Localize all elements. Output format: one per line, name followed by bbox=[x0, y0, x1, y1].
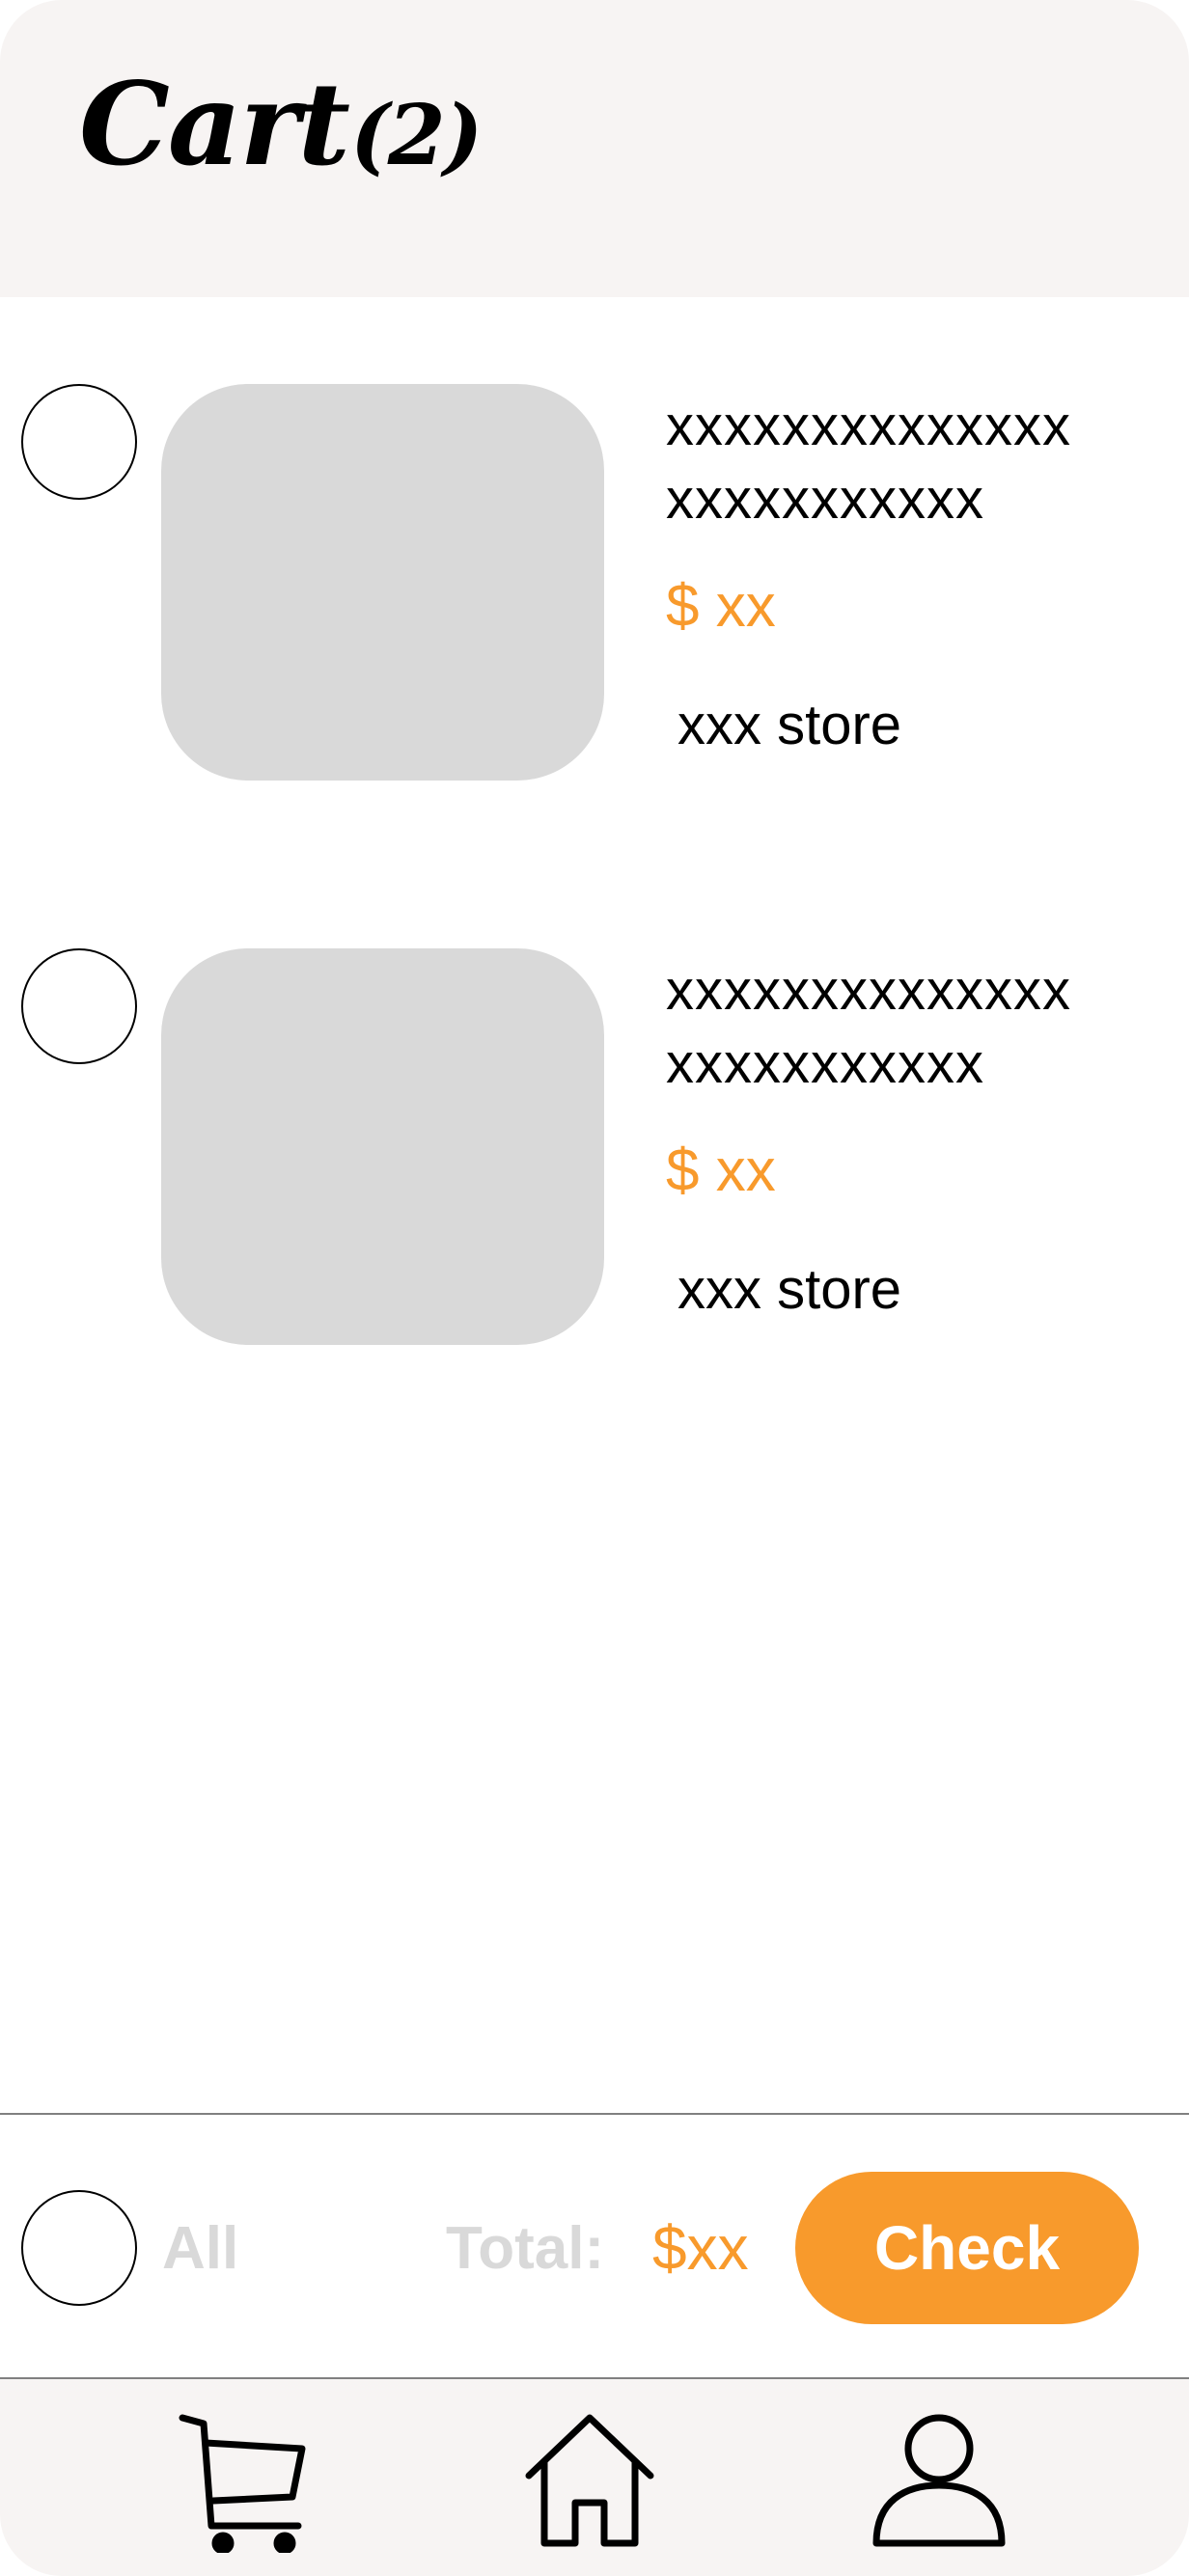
product-name[interactable]: xxxxxxxxxxxxxx xxxxxxxxxxx bbox=[666, 954, 1168, 1101]
item-select-radio[interactable] bbox=[21, 384, 137, 500]
cart-icon bbox=[179, 2414, 306, 2553]
item-select-radio[interactable] bbox=[21, 948, 137, 1064]
nav-item-home[interactable] bbox=[517, 2408, 662, 2553]
page-title-text: Cart bbox=[79, 57, 350, 191]
select-all-radio[interactable] bbox=[21, 2190, 137, 2306]
store-name[interactable]: xxx store bbox=[677, 698, 901, 754]
total-label: Total: bbox=[446, 2215, 605, 2282]
page-title: Cart (2) bbox=[79, 57, 483, 191]
cart-item: xxxxxxxxxxxxxx xxxxxxxxxxx $ xx xxx stor… bbox=[0, 384, 1189, 789]
product-image-placeholder[interactable] bbox=[161, 948, 604, 1345]
total-value: $xx bbox=[652, 2213, 749, 2283]
select-all-label[interactable]: All bbox=[162, 2219, 238, 2279]
cart-count: (2) bbox=[350, 87, 483, 184]
profile-icon bbox=[872, 2414, 1006, 2547]
header: Cart (2) bbox=[0, 0, 1189, 297]
cart-item: xxxxxxxxxxxxxx xxxxxxxxxxx $ xx xxx stor… bbox=[0, 948, 1189, 1354]
nav-item-profile[interactable] bbox=[867, 2408, 1011, 2553]
check-button[interactable]: Check bbox=[795, 2172, 1139, 2324]
cart-screen: Cart (2) xxxxxxxxxxxxxx xxxxxxxxxxx $ xx… bbox=[0, 0, 1189, 2576]
product-price: $ xx bbox=[666, 1137, 776, 1204]
product-name[interactable]: xxxxxxxxxxxxxx xxxxxxxxxxx bbox=[666, 390, 1168, 536]
store-name[interactable]: xxx store bbox=[677, 1262, 901, 1318]
nav-item-cart[interactable] bbox=[169, 2408, 314, 2553]
product-image-placeholder[interactable] bbox=[161, 384, 604, 781]
home-icon bbox=[525, 2414, 654, 2547]
product-price: $ xx bbox=[666, 573, 776, 640]
